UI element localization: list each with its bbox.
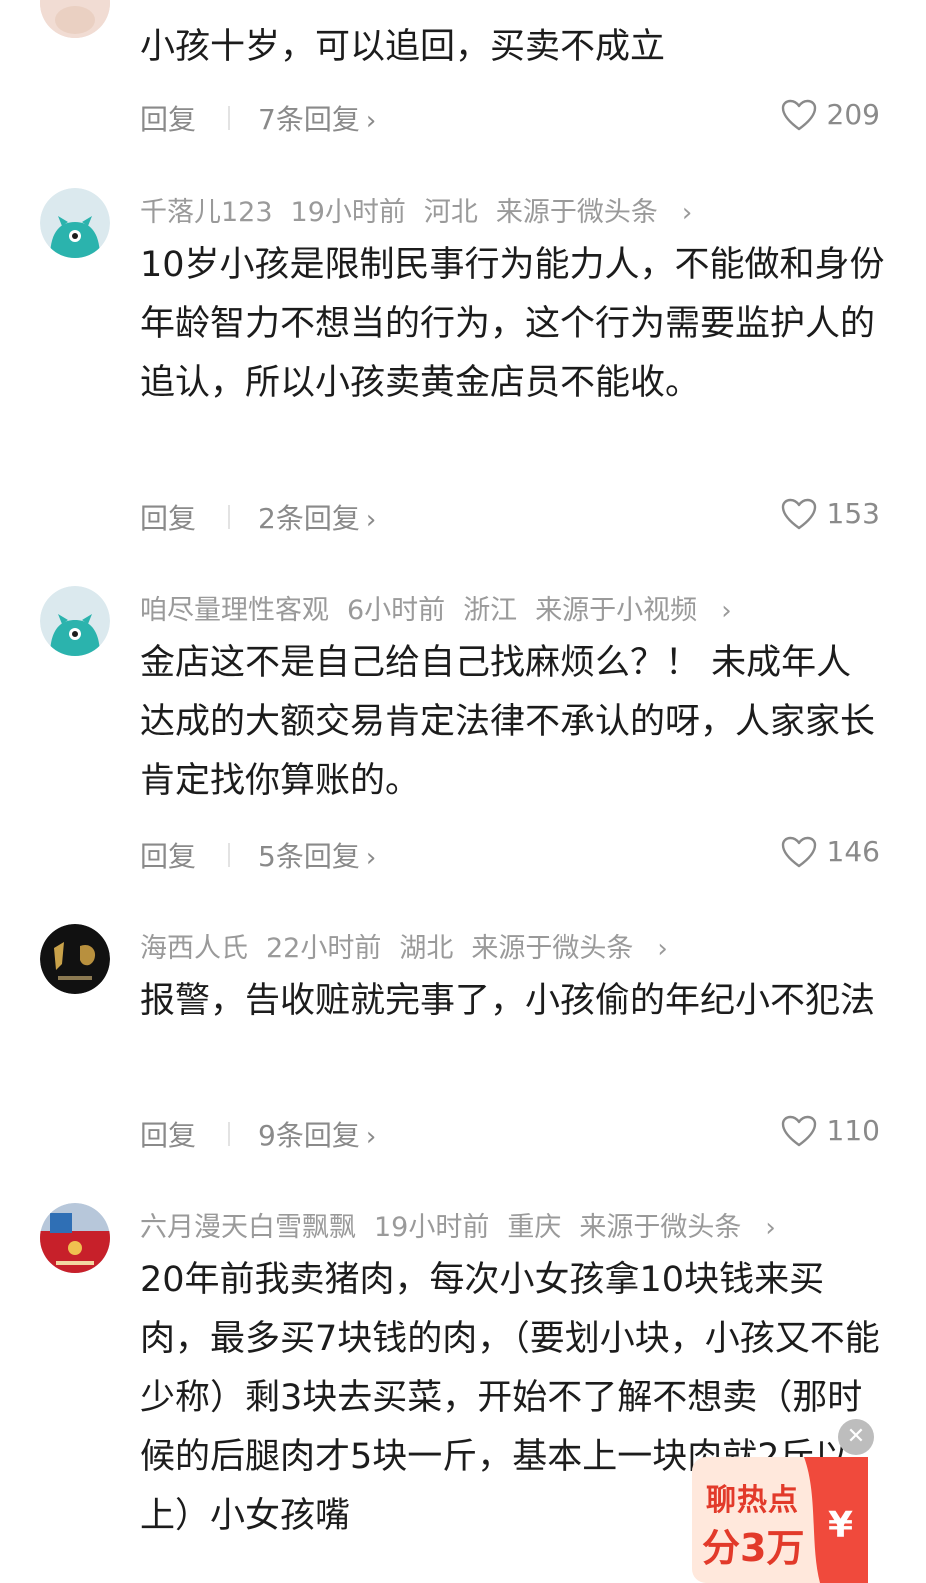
source-label: 来源于微头条	[579, 1212, 742, 1243]
username[interactable]: 咱尽量理性客观	[140, 595, 329, 626]
region: 河北	[423, 197, 478, 228]
reply-button[interactable]: 回复	[140, 1114, 196, 1154]
timestamp: 19小时前	[290, 197, 406, 228]
like-button[interactable]: 153	[781, 497, 880, 530]
close-icon[interactable]: ✕	[838, 1419, 874, 1455]
chevron-right-icon: ›	[765, 1213, 776, 1243]
comment-meta: 海西人氏 22小时前 湖北 来源于微头条 ›	[140, 926, 704, 965]
reply-button[interactable]: 回复	[140, 835, 196, 875]
like-count: 209	[826, 98, 880, 131]
region: 浙江	[463, 595, 518, 626]
comment-text: 金店这不是自己给自己找麻烦么？！ 未成年人达成的大额交易肯定法律不承认的呀，人家…	[140, 643, 876, 801]
source-label: 来源于微头条	[471, 933, 634, 964]
replies-count: 9条回复	[258, 1119, 360, 1152]
replies-count: 2条回复	[258, 502, 360, 535]
chevron-right-icon: ›	[365, 505, 377, 535]
comment-text: 报警，告收赃就完事了，小孩偷的年纪小不犯法	[140, 981, 876, 1021]
reply-button[interactable]: 回复	[140, 497, 196, 537]
chevron-right-icon: ›	[657, 934, 668, 964]
view-replies-link[interactable]: 5条回复 ›	[258, 835, 376, 875]
comment-meta: 咱尽量理性客观 6小时前 浙江 来源于小视频 ›	[140, 588, 768, 627]
comment-actions: 回复 2条回复 › 153	[140, 497, 880, 537]
chevron-right-icon: ›	[365, 106, 377, 136]
chevron-right-icon: ›	[365, 1122, 377, 1152]
comment-actions: 回复 9条回复 › 110	[140, 1114, 880, 1154]
comment-text: 10岁小孩是限制民事行为能力人，不能做和身份年龄智力不想当的行为，这个行为需要监…	[140, 245, 885, 403]
divider	[228, 1122, 230, 1146]
username[interactable]: 六月漫天白雪飘飘	[140, 1212, 356, 1243]
replies-count: 5条回复	[258, 840, 360, 873]
promo-line-1: 聊热点	[706, 1483, 799, 1518]
heart-icon	[781, 99, 816, 130]
comment-actions: 回复 7条回复 › 209	[140, 98, 880, 138]
divider	[228, 843, 230, 867]
yuan-icon: ¥	[828, 1505, 854, 1546]
view-replies-link[interactable]: 9条回复 ›	[258, 1114, 376, 1154]
region: 湖北	[399, 933, 454, 964]
username[interactable]: 千落儿123	[140, 197, 273, 228]
source-link[interactable]: 来源于微头条 ›	[496, 197, 710, 228]
source-link[interactable]: 来源于小视频 ›	[535, 595, 749, 626]
like-button[interactable]: 146	[781, 835, 880, 868]
source-link[interactable]: 来源于微头条 ›	[471, 933, 685, 964]
reply-button[interactable]: 回复	[140, 98, 196, 138]
replies-count: 7条回复	[258, 103, 360, 136]
heart-icon	[781, 1115, 816, 1146]
view-replies-link[interactable]: 2条回复 ›	[258, 497, 376, 537]
like-count: 110	[826, 1114, 880, 1147]
avatar[interactable]	[40, 586, 110, 656]
promo-banner[interactable]: 聊热点 分3万 ¥ ✕	[692, 1419, 874, 1583]
source-label: 来源于小视频	[535, 595, 698, 626]
chevron-right-icon: ›	[365, 843, 377, 873]
like-button[interactable]: 209	[781, 98, 880, 131]
heart-icon	[781, 498, 816, 529]
divider	[228, 505, 230, 529]
like-count: 153	[826, 497, 880, 530]
heart-icon	[781, 836, 816, 867]
chevron-right-icon: ›	[721, 596, 732, 626]
region: 重庆	[507, 1212, 562, 1243]
comment-actions: 回复 5条回复 › 146	[140, 835, 880, 875]
comment-text: 小孩十岁，可以追回，买卖不成立	[140, 27, 666, 67]
divider	[228, 106, 230, 130]
avatar[interactable]	[40, 924, 110, 994]
promo-line-2: 分3万	[702, 1526, 805, 1570]
comment-meta: 六月漫天白雪飘飘 19小时前 重庆 来源于微头条 ›	[140, 1205, 812, 1244]
comment-meta: 千落儿123 19小时前 河北 来源于微头条 ›	[140, 190, 728, 229]
timestamp: 19小时前	[374, 1212, 490, 1243]
timestamp: 22小时前	[266, 933, 382, 964]
chevron-right-icon: ›	[681, 198, 693, 228]
view-replies-link[interactable]: 7条回复 ›	[258, 98, 376, 138]
avatar[interactable]	[40, 0, 110, 38]
source-label: 来源于微头条	[495, 197, 658, 228]
source-link[interactable]: 来源于微头条 ›	[579, 1212, 793, 1243]
avatar[interactable]	[40, 188, 110, 258]
like-button[interactable]: 110	[781, 1114, 880, 1147]
like-count: 146	[826, 835, 880, 868]
username[interactable]: 海西人氏	[140, 933, 248, 964]
timestamp: 6小时前	[347, 595, 446, 626]
avatar[interactable]	[40, 1203, 110, 1273]
